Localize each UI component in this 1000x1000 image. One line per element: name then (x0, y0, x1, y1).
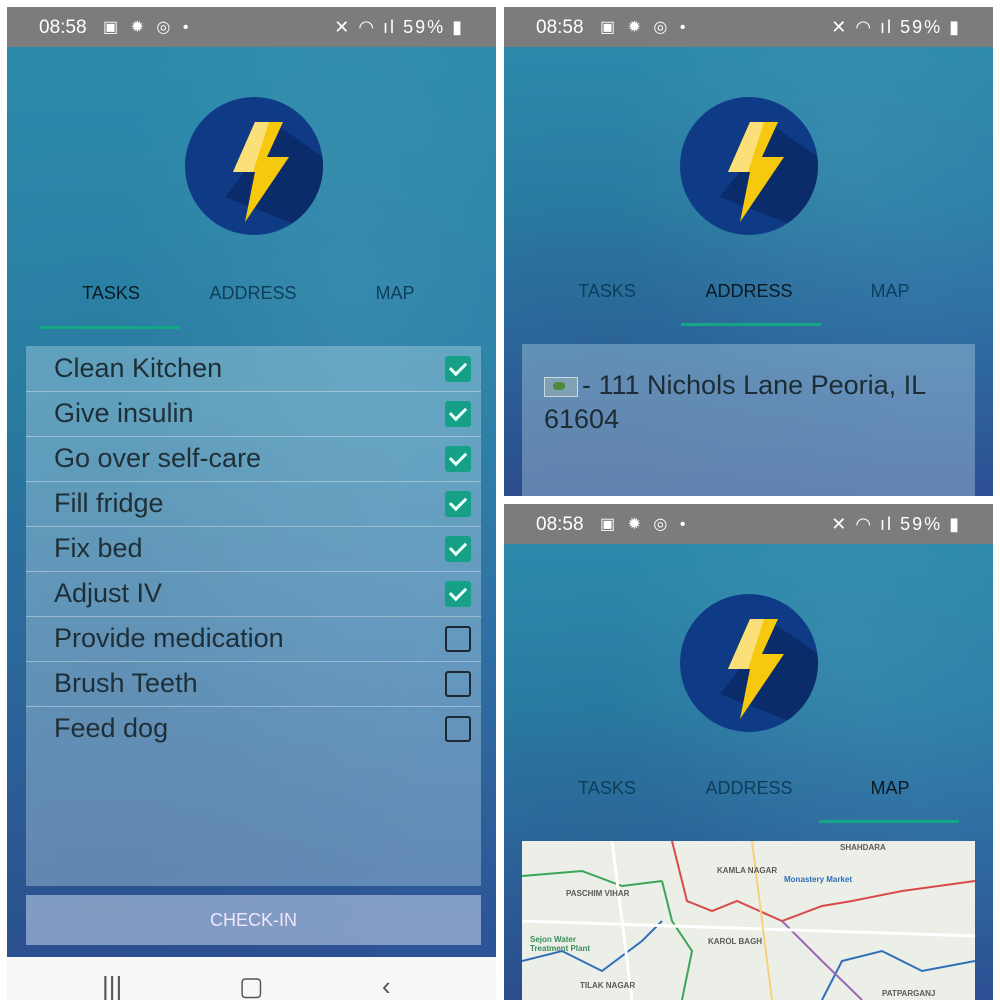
tab-address[interactable]: ADDRESS (674, 281, 824, 302)
battery-level: 59% (900, 514, 943, 534)
address-line: - 111 Nichols Lane Peoria, IL 61604 (544, 368, 944, 436)
system-icons: ✕ ◠ ıl 59% ▮ (334, 17, 464, 37)
task-label: Give insulin (54, 398, 194, 428)
tab-bar: TASKS ADDRESS MAP (504, 778, 993, 818)
battery-level: 59% (403, 17, 446, 37)
task-label: Go over self-care (54, 443, 262, 473)
address-text: - 111 Nichols Lane Peoria, IL 61604 (544, 370, 926, 434)
map-label: Monastery Market (784, 875, 853, 884)
battery-level: 59% (900, 17, 943, 37)
task-checkbox[interactable] (445, 671, 471, 697)
list-item[interactable]: Provide medication (26, 616, 481, 662)
address-card: - 111 Nichols Lane Peoria, IL 61604 (522, 344, 975, 496)
back-icon[interactable]: ‹ (382, 971, 391, 1000)
status-time: 08:58 (39, 17, 87, 38)
tab-tasks[interactable]: TASKS (36, 283, 186, 304)
tab-bar: TASKS ADDRESS MAP (504, 281, 993, 321)
android-nav-bar: ||| ▢ ‹ (7, 957, 496, 1000)
tab-address[interactable]: ADDRESS (178, 283, 328, 304)
system-icons: ✕ ◠ ıl 59% ▮ (831, 514, 961, 534)
list-item[interactable]: Fill fridge (26, 481, 481, 527)
app-logo (680, 97, 818, 235)
map-label: KAMLA NAGAR (717, 866, 778, 875)
tab-bar: TASKS ADDRESS MAP (7, 283, 496, 323)
list-item[interactable]: Adjust IV (26, 571, 481, 617)
notification-icons: ▣ ✹ ◎ • (600, 516, 690, 533)
task-checkbox[interactable] (445, 356, 471, 382)
lightning-icon (720, 122, 818, 235)
tab-tasks[interactable]: TASKS (532, 778, 682, 799)
lightning-icon (720, 619, 818, 732)
list-item[interactable]: Go over self-care (26, 436, 481, 482)
task-label: Provide medication (54, 623, 284, 653)
address-screen: 08:58 ▣ ✹ ◎ • ✕ ◠ ıl 59% ▮ TASKS ADDRESS… (504, 7, 993, 496)
status-time: 08:58 (536, 514, 584, 535)
task-label: Fix bed (54, 533, 143, 563)
tab-map[interactable]: MAP (320, 283, 470, 304)
lightning-icon (225, 122, 323, 235)
status-bar: 08:58 ▣ ✹ ◎ • ✕ ◠ ıl 59% ▮ (504, 504, 993, 544)
task-checkbox[interactable] (445, 581, 471, 607)
map-label: TILAK NAGAR (580, 981, 636, 990)
system-icons: ✕ ◠ ıl 59% ▮ (831, 17, 961, 37)
tab-indicator (40, 326, 180, 329)
list-item[interactable]: Fix bed (26, 526, 481, 572)
tab-indicator (681, 323, 821, 326)
list-item[interactable]: Give insulin (26, 391, 481, 437)
task-checkbox[interactable] (445, 626, 471, 652)
task-checkbox[interactable] (445, 716, 471, 742)
status-bar: 08:58 ▣ ✹ ◎ • ✕ ◠ ıl 59% ▮ (7, 7, 496, 47)
map-label: SHAHDARA (840, 843, 886, 852)
list-item[interactable]: Brush Teeth (26, 661, 481, 707)
map-view[interactable]: SHAHDARA KAMLA NAGAR Monastery Market PA… (522, 841, 975, 1000)
task-label: Clean Kitchen (54, 353, 223, 383)
task-checkbox[interactable] (445, 446, 471, 472)
app-logo (680, 594, 818, 732)
flag-icon (544, 376, 578, 397)
task-checkbox[interactable] (445, 401, 471, 427)
tab-address[interactable]: ADDRESS (674, 778, 824, 799)
task-checkbox[interactable] (445, 536, 471, 562)
map-label: Sejon Water Treatment Plant (530, 935, 591, 953)
list-item[interactable]: Clean Kitchen (26, 346, 481, 392)
task-label: Feed dog (54, 713, 169, 743)
tab-map[interactable]: MAP (815, 281, 965, 302)
map-label: KAROL BAGH (708, 937, 763, 946)
task-checkbox[interactable] (445, 491, 471, 517)
list-item[interactable]: Feed dog (26, 706, 481, 751)
task-label: Brush Teeth (54, 668, 198, 698)
notification-icons: ▣ ✹ ◎ • (103, 19, 193, 36)
notification-icons: ▣ ✹ ◎ • (600, 19, 690, 36)
status-time: 08:58 (536, 17, 584, 38)
tasks-screen: 08:58 ▣ ✹ ◎ • ✕ ◠ ıl 59% ▮ TASKS ADDRESS… (7, 7, 496, 1000)
map-label: PASCHIM VIHAR (566, 889, 630, 898)
tab-tasks[interactable]: TASKS (532, 281, 682, 302)
task-label: Fill fridge (54, 488, 164, 518)
status-bar: 08:58 ▣ ✹ ◎ • ✕ ◠ ıl 59% ▮ (504, 7, 993, 47)
tab-map[interactable]: MAP (815, 778, 965, 799)
app-logo (185, 97, 323, 235)
recent-apps-icon[interactable]: ||| (102, 971, 122, 1000)
task-list: Clean Kitchen Give insulin Go over self-… (26, 346, 481, 886)
task-label: Adjust IV (54, 578, 163, 608)
home-icon[interactable]: ▢ (239, 971, 264, 1000)
map-label: PATPARGANJ (882, 989, 936, 998)
tab-indicator (819, 820, 959, 823)
check-in-button[interactable]: CHECK-IN (26, 895, 481, 945)
map-roads (522, 841, 975, 1000)
